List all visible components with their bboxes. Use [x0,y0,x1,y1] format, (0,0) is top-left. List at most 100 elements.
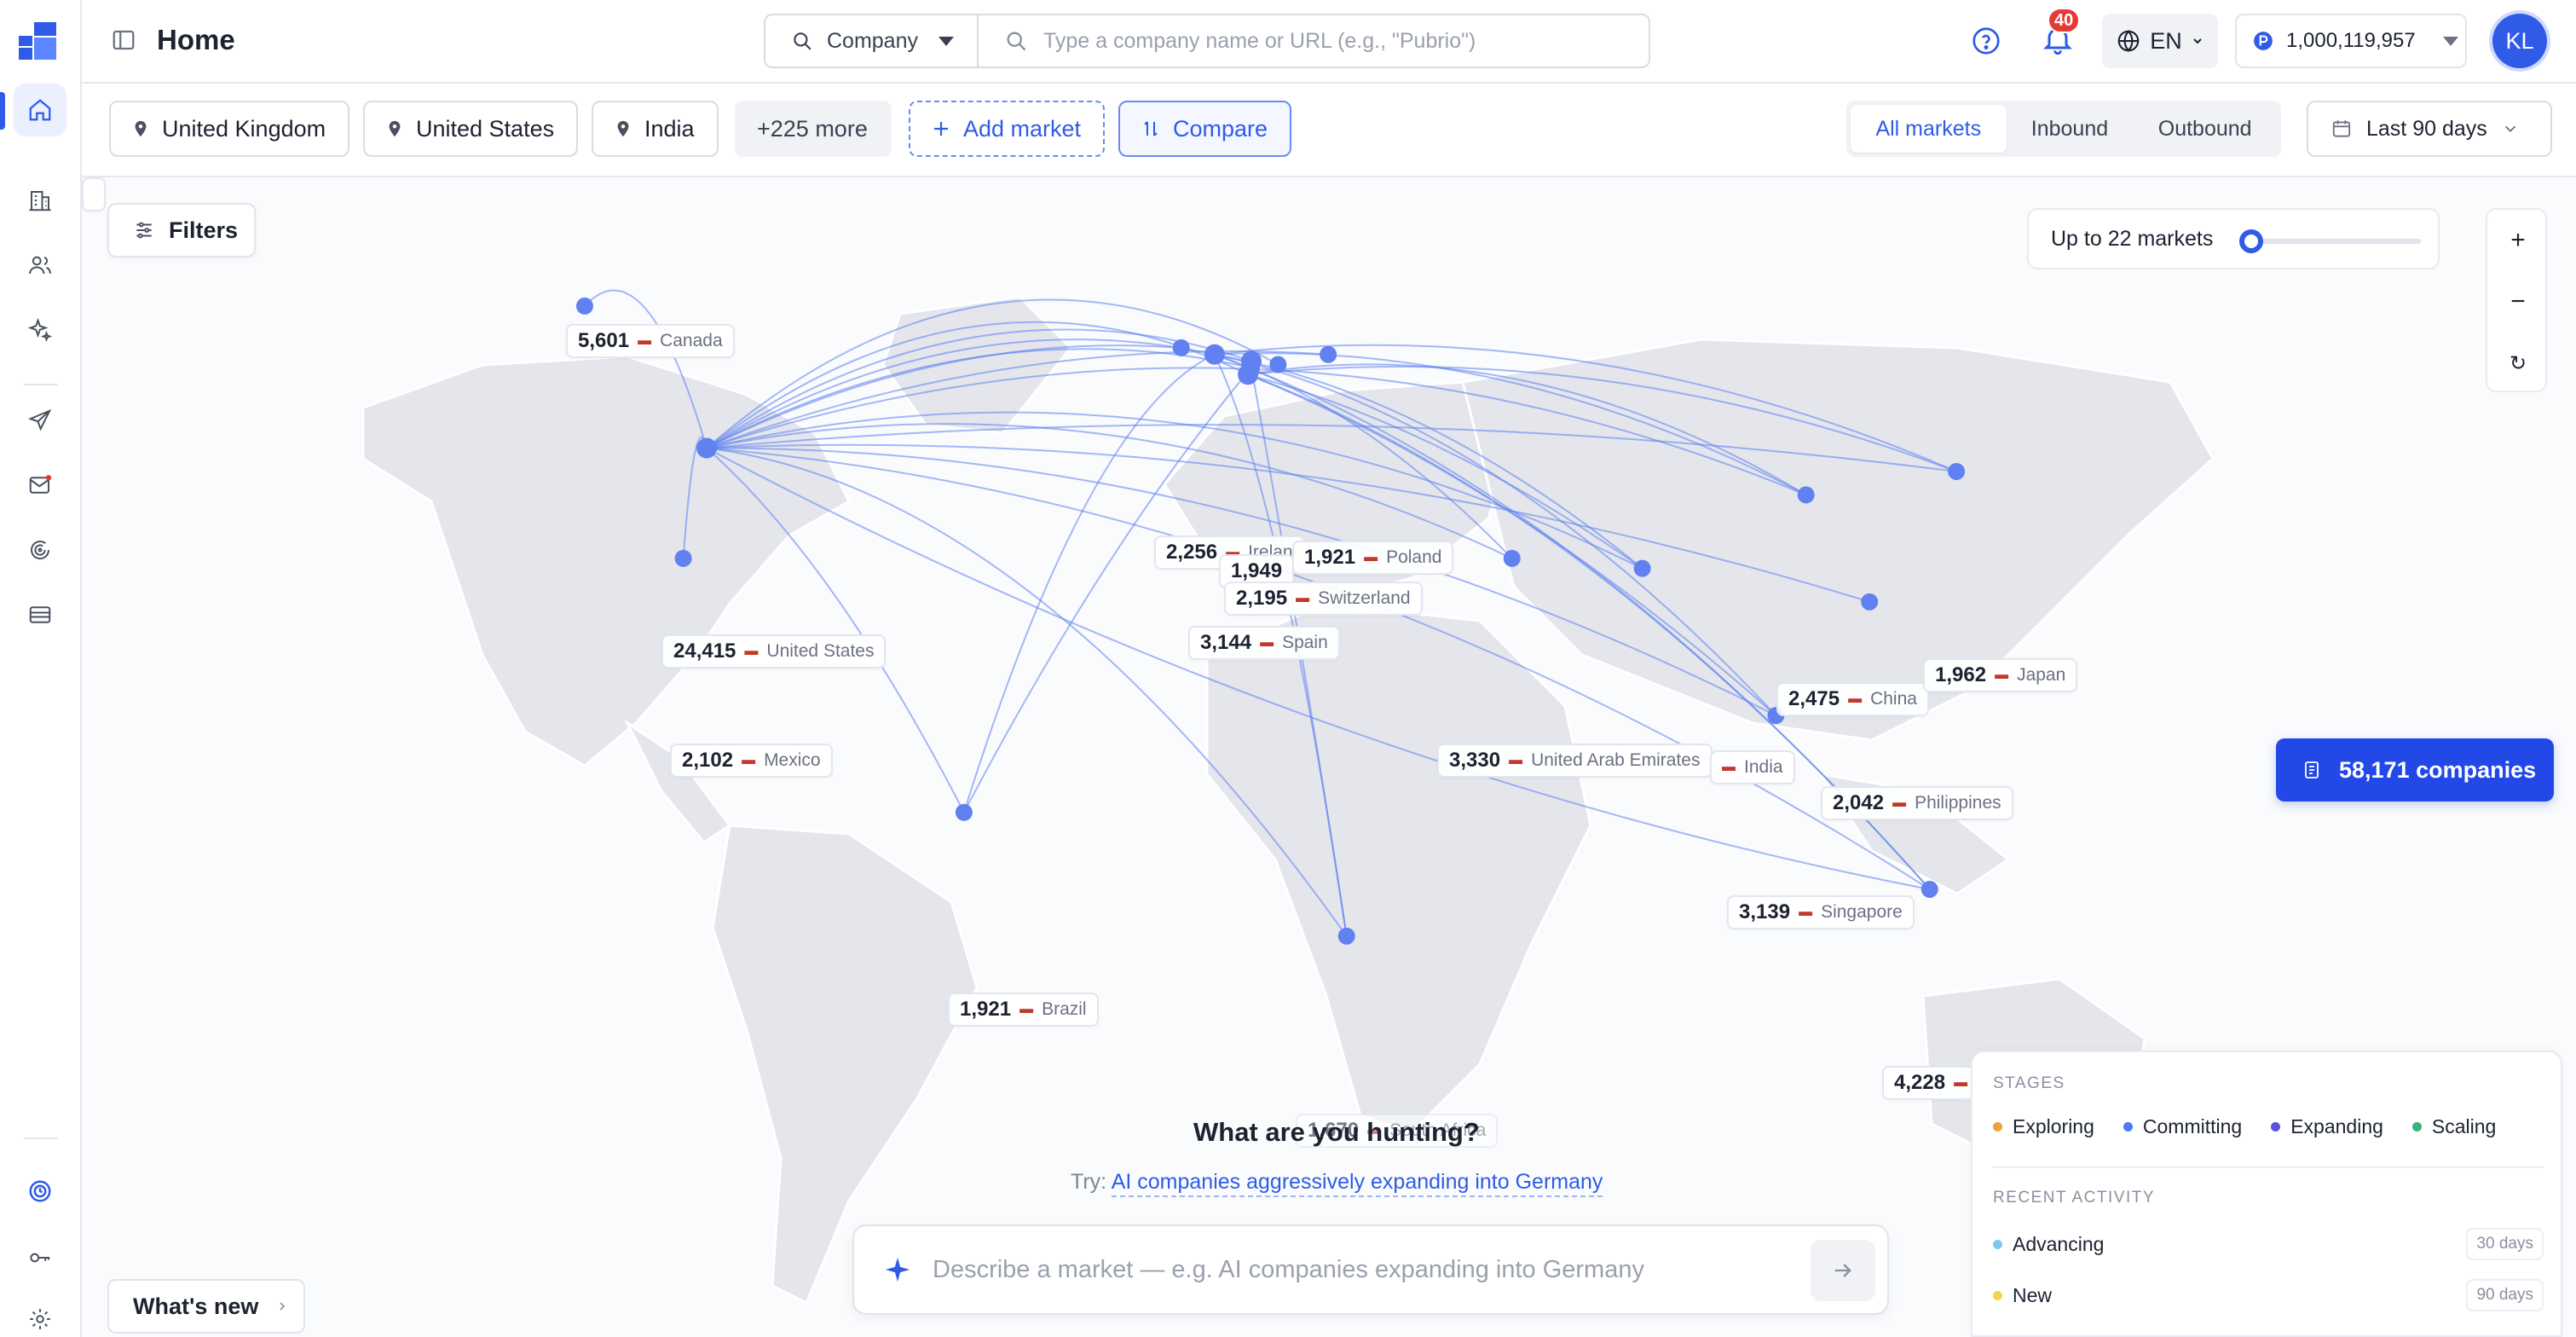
map-label-count: 24,415 [673,640,736,663]
tab-inbound[interactable]: Inbound [2007,105,2134,153]
nav-settings[interactable] [14,1293,66,1337]
hunt-prompt-input[interactable] [933,1255,1700,1284]
market-node-australia[interactable] [1920,880,1938,898]
market-node-safrica[interactable] [1337,927,1355,945]
map-label-philippines[interactable]: 2,042 ▬ Philippines [1821,786,2013,820]
language-selector[interactable]: EN [2102,14,2218,68]
market-node-uae[interactable] [1503,549,1521,567]
stages-heading: STAGES [1993,1074,2065,1092]
map-label-brazil[interactable]: 1,921 ▬ Brazil [948,993,1099,1027]
market-node-uk[interactable] [1204,344,1225,365]
calendar-icon [2332,120,2351,137]
map-label-count: 1,949 [1231,559,1283,582]
stage-expanding[interactable]: Expanding [2271,1115,2383,1138]
send-icon [27,408,52,431]
map-label-count: 1,921 [960,998,1012,1021]
compare-button[interactable]: Compare [1118,101,1292,157]
map-legend: STAGES Exploring Committing Expanding Sc… [1971,1050,2562,1337]
nav-ai[interactable] [14,304,66,356]
market-node-japan[interactable] [1948,462,1966,480]
stage-label: Expanding [2290,1115,2383,1137]
map-label-switzerland[interactable]: 2,195 ▬ Switzerland [1224,582,1423,616]
market-node-spain[interactable] [1243,359,1260,377]
date-range-selector[interactable]: Last 90 days [2307,101,2552,157]
help-icon[interactable] [1971,26,2001,56]
market-node-canada[interactable] [575,297,593,315]
nav-companies[interactable] [14,174,66,227]
market-node-mexico[interactable] [674,549,692,567]
nav-timer[interactable] [14,1165,66,1218]
flag-icon: ▬ [1019,1002,1034,1016]
legend-divider [1993,1166,2544,1168]
slider-track[interactable] [2242,239,2421,244]
market-node-pl[interactable] [1269,356,1287,373]
nav-api-keys[interactable] [14,1231,66,1284]
market-node-india[interactable] [1633,559,1651,577]
map-label-uae[interactable]: 3,330 ▬ United Arab Emirates [1437,744,1713,778]
nav-people[interactable] [14,239,66,292]
tab-all-markets[interactable]: All markets [1851,105,2007,153]
market-node-ireland[interactable] [1172,339,1190,356]
map-label-china[interactable]: 2,475 ▬ China [1776,682,1929,716]
market-node-china[interactable] [1797,486,1815,504]
whats-new-button[interactable]: What's new [107,1279,305,1334]
sidebar-toggle-icon[interactable] [111,27,136,53]
add-market-button[interactable]: Add market [909,101,1106,157]
pin-icon [389,120,401,137]
slider-handle[interactable] [2238,229,2263,253]
user-avatar[interactable]: KL [2492,14,2547,68]
flag-icon: ▬ [1260,635,1274,650]
stage-scaling[interactable]: Scaling [2411,1115,2496,1138]
market-node-brazil[interactable] [955,803,973,821]
map-label-country: Singapore [1821,902,1903,922]
search-input[interactable] [1043,28,1640,54]
map-label-singapore[interactable]: 3,139 ▬ Singapore [1727,895,1915,929]
stage-committing[interactable]: Committing [2123,1115,2242,1138]
reset-view-button[interactable]: ↻ [2487,333,2549,394]
map-label-count: 2,195 [1236,587,1288,610]
map-label-canada[interactable]: 5,601 ▬ Canada [566,324,735,358]
credits-balance[interactable]: 1,000,119,957 [2235,14,2467,68]
pin-icon [617,120,629,137]
map-label-poland[interactable]: 1,921 ▬ Poland [1292,541,1454,575]
central-america-shape [624,719,732,844]
map-label-india[interactable]: ▬ India [1710,750,1795,784]
companies-results-button[interactable]: 58,171 companies [2276,738,2554,802]
nav-inbox[interactable] [14,459,66,512]
map-label-united-states[interactable]: 24,415 ▬ United States [661,634,887,668]
flag-icon: ▬ [638,333,652,348]
send-prompt-button[interactable] [1811,1240,1875,1301]
map-label-count: 3,330 [1449,749,1501,772]
nav-campaigns[interactable] [14,394,66,447]
market-node-philippines[interactable] [1861,593,1879,611]
market-map[interactable]: 5,601 ▬ Canada 24,415 ▬ United States 2,… [82,177,2576,1337]
map-label-spain[interactable]: 3,144 ▬ Spain [1188,626,1340,660]
app-logo[interactable] [19,22,56,60]
market-node-ch[interactable] [1320,345,1337,363]
nav-home[interactable] [14,84,66,136]
search-type-dropdown[interactable]: Company [765,15,979,67]
map-label-country: India [1744,757,1783,777]
zoom-out-button[interactable]: − [2487,271,2549,333]
filters-button[interactable]: Filters [107,203,256,258]
stages-row: Exploring Committing Expanding Scaling [1993,1115,2496,1138]
tab-outbound[interactable]: Outbound [2133,105,2277,153]
activity-advancing[interactable]: Advancing 30 days [1993,1228,2544,1260]
market-chip-india[interactable]: India [592,101,719,157]
stage-exploring[interactable]: Exploring [1993,1115,2094,1138]
nav-billing[interactable] [14,588,66,641]
map-label-mexico[interactable]: 2,102 ▬ Mexico [670,744,833,778]
market-chip-us[interactable]: United States [363,101,579,157]
activity-new[interactable]: New 90 days [1993,1279,2544,1311]
map-label-japan[interactable]: 1,962 ▬ Japan [1923,658,2078,692]
hunt-suggestion-link[interactable]: AI companies aggressively expanding into… [1111,1170,1603,1197]
more-markets-button[interactable]: +225 more [735,101,892,157]
nav-signals[interactable] [14,524,66,576]
map-label-country: Switzerland [1318,588,1411,608]
map-label-australia[interactable]: 4,228 ▬ [1882,1066,1980,1100]
market-chip-uk[interactable]: United Kingdom [109,101,350,157]
flag-icon: ▬ [1799,905,1813,919]
market-node-us[interactable] [696,437,718,459]
map-label-count: 2,042 [1833,791,1885,814]
zoom-in-button[interactable]: + [2487,210,2549,271]
